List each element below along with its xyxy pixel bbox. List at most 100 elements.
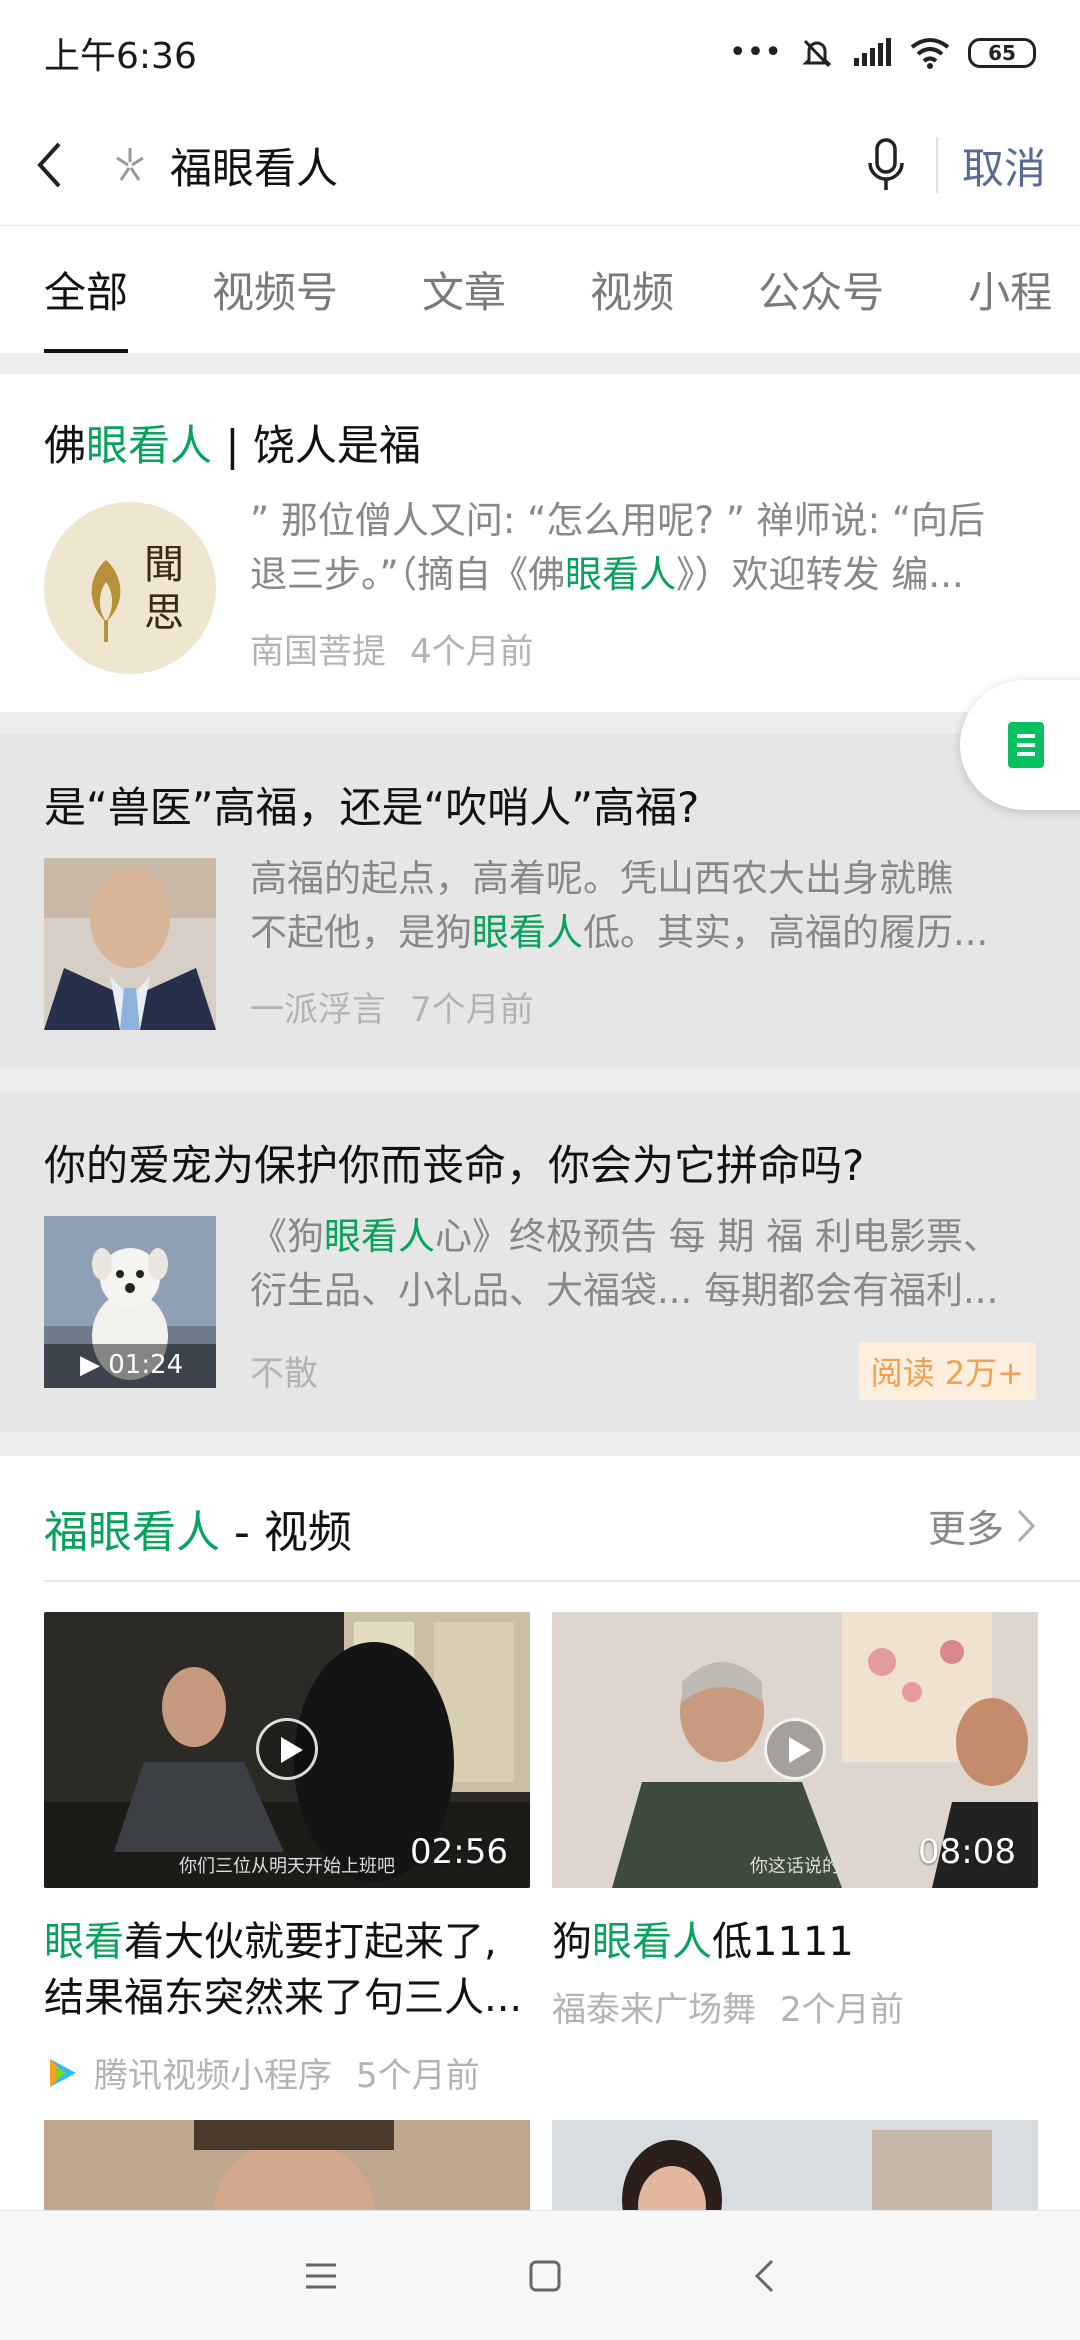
tab-articles[interactable]: 文章 (422, 226, 506, 353)
status-time: 上午6:36 (44, 35, 197, 77)
tab-mini-programs[interactable]: 小程 (968, 226, 1052, 353)
result-meta: 不散 (250, 1346, 318, 1395)
title-text: 着大伙就要打起来了, (124, 1919, 497, 1965)
section-divider (44, 1580, 1080, 1582)
title-highlight: 眼看 (44, 1919, 124, 1965)
source-name: 南国菩提 (250, 632, 386, 672)
back-arrow-icon (37, 142, 61, 188)
battery-level: 65 (988, 40, 1016, 65)
voice-button[interactable] (846, 105, 926, 225)
tencent-video-icon (50, 2058, 76, 2087)
video-title-line: 狗眼看人低1111 (552, 1914, 1038, 1970)
source-name: 腾讯视频小程序 (94, 2056, 332, 2096)
video-thumbnail-1[interactable]: 你们三位从明天开始上班吧 02:56 (44, 1612, 530, 1888)
logo-glyph: 思 (144, 590, 184, 636)
portrait-image (44, 858, 216, 1030)
more-button[interactable]: 更多 (928, 1498, 1036, 1553)
tab-videos[interactable]: 视频 (590, 226, 674, 353)
back-button[interactable] (0, 105, 100, 225)
publish-time: 2个月前 (780, 1990, 904, 2030)
video-duration: ▶ 01:24 (80, 1350, 184, 1380)
snippet-text: 退三步。”（摘自《佛 (250, 553, 566, 596)
result-snippet: ” 那位僧人又问: “怎么用呢? ” 禅师说: “向后 退三步。”（摘自《佛眼看… (250, 494, 1040, 602)
play-icon (764, 1718, 826, 1780)
publish-time: 5个月前 (356, 2056, 480, 2096)
search-box[interactable] (100, 105, 846, 225)
video-thumbnail-2[interactable]: 你这话说的 08:08 (552, 1612, 1038, 1888)
more-label: 更多 (927, 1507, 1004, 1551)
home-icon[interactable] (528, 2259, 562, 2293)
search-logo-icon (100, 144, 160, 186)
source-name: 一派浮言 (250, 990, 386, 1030)
snippet-text: 不起他，是狗 (250, 911, 472, 954)
video-title-line: 眼看着大伙就要打起来了, (44, 1914, 530, 1970)
floating-notes-button[interactable] (960, 680, 1080, 810)
result-card-3[interactable]: 你的爱宠为保护你而丧命，你会为它拼命吗? ▶ 01:24 《狗眼看人心》终极预告… (0, 1092, 1080, 1432)
divider (935, 137, 938, 193)
document-icon (1008, 722, 1044, 768)
snippet-highlight: 眼看人 (565, 553, 677, 596)
mute-bell-icon (802, 39, 832, 67)
video-title-2[interactable]: 狗眼看人低1111 (552, 1914, 1038, 1970)
title-text: 低1111 (712, 1919, 854, 1965)
video-thumbnail: ▶ 01:24 (44, 1216, 216, 1388)
snippet-line: 高福的起点，高着呢。凭山西农大出身就瞧 (250, 857, 953, 900)
tab-all[interactable]: 全部 (44, 226, 129, 353)
result-snippet: 高福的起点，高着呢。凭山西农大出身就瞧 不起他，是狗眼看人低。其实，高福的履历.… (250, 852, 1040, 960)
video-still (552, 2120, 1038, 2216)
source-name: 福泰来广场舞 (552, 1990, 756, 2030)
video-title-line: 结果福东突然来了句三人... (44, 1975, 523, 2021)
snippet-line: 不起他，是狗眼看人低。其实，高福的履历... (250, 906, 1040, 960)
snippet-line: 衍生品、小礼品、大福袋... 每期都会有福利... (250, 1269, 999, 1312)
title-text: 佛 (44, 421, 87, 470)
video-duration: 02:56 (410, 1832, 508, 1872)
video-title-1[interactable]: 眼看着大伙就要打起来了, 结果福东突然来了句三人... (44, 1914, 530, 2026)
result-snippet: 《狗眼看人心》终极预告 每 期 福 利电影票、 衍生品、小礼品、大福袋... 每… (250, 1210, 1040, 1318)
video-still (44, 2120, 530, 2216)
result-meta: 一派浮言 7个月前 (250, 982, 534, 1031)
publish-time: 4个月前 (410, 632, 534, 672)
battery-icon: 65 (968, 37, 1036, 68)
section-title-highlight: 福眼看人 (44, 1507, 220, 1558)
result-meta: 南国菩提 4个月前 (250, 624, 534, 673)
result-card-2[interactable]: 是“兽医”高福，还是“吹哨人”高福? 高福的起点，高着呢。凭山西农大出身就瞧 不… (0, 734, 1080, 1068)
section-title: 福眼看人 - 视频 (44, 1496, 352, 1560)
wifi-icon (910, 37, 950, 69)
video-thumbnail-4[interactable] (552, 2120, 1038, 2216)
snippet-text: 心》终极预告 每 期 福 利电影票、 (435, 1215, 1001, 1258)
tab-channels[interactable]: 视频号 (212, 226, 338, 353)
publish-time: 7个月前 (410, 990, 534, 1030)
result-title: 你的爱宠为保护你而丧命，你会为它拼命吗? (44, 1141, 865, 1190)
back-icon[interactable] (752, 2258, 776, 2294)
snippet-line: 退三步。”（摘自《佛眼看人》）欢迎转发 编... (250, 548, 1040, 602)
title-text: | 饶人是福 (212, 421, 421, 470)
play-icon (256, 1718, 318, 1780)
snippet-line: 《狗眼看人心》终极预告 每 期 福 利电影票、 (250, 1210, 1040, 1264)
snippet-highlight: 眼看人 (324, 1215, 435, 1258)
logo-glyph: 聞 (144, 542, 184, 588)
cancel-button[interactable]: 取消 (962, 135, 1046, 196)
title-highlight: 眼看人 (592, 1919, 712, 1965)
status-bar: 上午6:36 ••• 65 (0, 0, 1080, 105)
microphone-icon (868, 138, 904, 190)
snippet-text: 》）欢迎转发 编... (676, 553, 964, 596)
lotus-logo-icon: 聞 思 (91, 542, 184, 642)
video-meta-2: 福泰来广场舞 2个月前 (552, 1982, 904, 2031)
title-highlight: 眼看人 (86, 421, 213, 470)
system-nav-bar (0, 2210, 1080, 2340)
search-input[interactable] (170, 140, 846, 190)
tab-official-accounts[interactable]: 公众号 (758, 226, 884, 353)
menu-icon[interactable] (304, 2261, 338, 2291)
result-thumbnail (44, 858, 216, 1030)
search-bar: 取消 (0, 105, 1080, 225)
video-thumbnail-3[interactable] (44, 2120, 530, 2216)
account-logo: 聞 思 (44, 502, 216, 674)
source-name: 不散 (250, 1354, 318, 1394)
chevron-right-icon (1017, 1509, 1036, 1542)
result-title: 是“兽医”高福，还是“吹哨人”高福? (44, 783, 700, 832)
status-icons: ••• 65 (729, 35, 1036, 70)
result-card-1[interactable]: 佛眼看人 | 饶人是福 聞 思 ” 那位僧人又问: “怎么用呢? ” 禅师说: … (0, 374, 1080, 712)
video-duration: 08:08 (918, 1832, 1016, 1872)
filter-tabs: 全部 视频号 文章 视频 公众号 小程 (0, 225, 1080, 353)
section-title-text: - 视频 (220, 1507, 352, 1558)
